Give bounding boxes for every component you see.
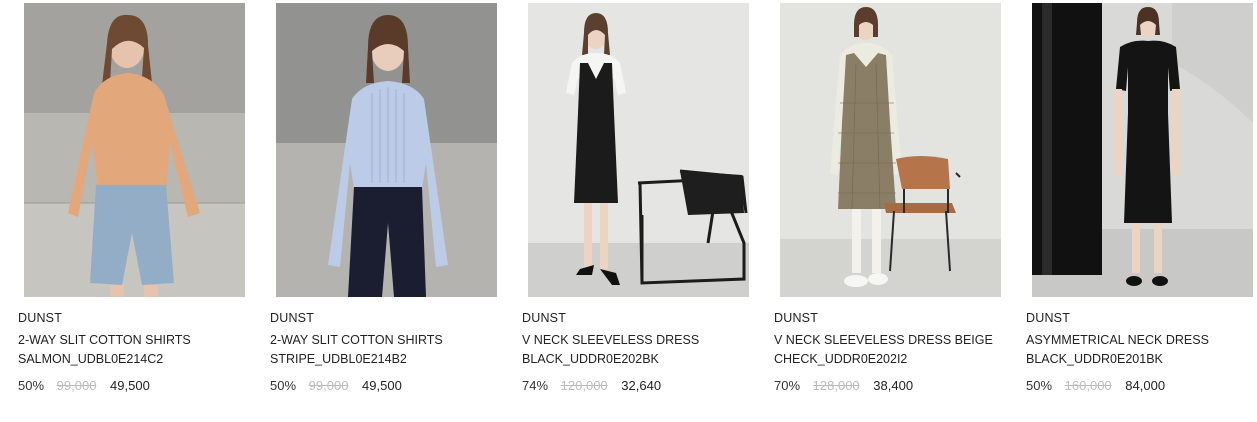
product-name-line2: STRIPE_UDBL0E214B2 <box>270 352 407 366</box>
brand-name: DUNST <box>1026 311 1071 325</box>
product-name[interactable]: 2-WAY SLIT COTTON SHIRTS STRIPE_UDBL0E21… <box>270 331 502 369</box>
product-image[interactable] <box>528 3 749 297</box>
product-photo <box>24 3 245 297</box>
product-photo <box>1032 3 1253 297</box>
sale-price: 49,500 <box>362 378 402 393</box>
original-price: 160,000 <box>1064 378 1112 393</box>
discount-rate: 74% <box>522 378 549 393</box>
product-name[interactable]: V NECK SLEEVELESS DRESS BLACK_UDDR0E202B… <box>522 331 754 369</box>
product-image[interactable] <box>1032 3 1253 297</box>
product-name-line2: CHECK_UDDR0E202I2 <box>774 352 908 366</box>
product-name[interactable]: V NECK SLEEVELESS DRESS BEIGE CHECK_UDDR… <box>774 331 1006 369</box>
brand-name: DUNST <box>774 311 819 325</box>
product-name-line2: BLACK_UDDR0E201BK <box>1026 352 1163 366</box>
product-image[interactable] <box>24 3 245 297</box>
brand-name: DUNST <box>522 311 567 325</box>
product-photo <box>528 3 749 297</box>
original-price: 128,000 <box>812 378 860 393</box>
sale-price: 32,640 <box>621 378 662 393</box>
brand-name: DUNST <box>270 311 315 325</box>
price-row: 50% 99,000 49,500 <box>18 378 150 393</box>
product-grid: DUNST 2-WAY SLIT COTTON SHIRTS SALMON_UD… <box>0 0 1257 422</box>
product-name-line1: 2-WAY SLIT COTTON SHIRTS <box>270 333 443 347</box>
product-name[interactable]: 2-WAY SLIT COTTON SHIRTS SALMON_UDBL0E21… <box>18 331 250 369</box>
sale-price: 84,000 <box>1125 378 1166 393</box>
price-row: 70% 128,000 38,400 <box>774 378 913 393</box>
price-row: 74% 120,000 32,640 <box>522 378 661 393</box>
price-row: 50% 99,000 49,500 <box>270 378 402 393</box>
product-photo <box>780 3 1001 297</box>
discount-rate: 50% <box>1026 378 1053 393</box>
discount-rate: 50% <box>18 378 45 393</box>
product-name-line2: BLACK_UDDR0E202BK <box>522 352 659 366</box>
original-price: 99,000 <box>308 378 349 393</box>
product-photo <box>276 3 497 297</box>
product-name-line2: SALMON_UDBL0E214C2 <box>18 352 164 366</box>
product-name-line1: V NECK SLEEVELESS DRESS BEIGE <box>774 333 993 347</box>
brand-name: DUNST <box>18 311 63 325</box>
product-name[interactable]: ASYMMETRICAL NECK DRESS BLACK_UDDR0E201B… <box>1026 331 1257 369</box>
price-row: 50% 160,000 84,000 <box>1026 378 1165 393</box>
discount-rate: 70% <box>774 378 801 393</box>
product-name-line1: V NECK SLEEVELESS DRESS <box>522 333 700 347</box>
sale-price: 38,400 <box>873 378 914 393</box>
discount-rate: 50% <box>270 378 297 393</box>
product-image[interactable] <box>780 3 1001 297</box>
sale-price: 49,500 <box>110 378 150 393</box>
original-price: 99,000 <box>56 378 97 393</box>
original-price: 120,000 <box>560 378 608 393</box>
product-name-line1: ASYMMETRICAL NECK DRESS <box>1026 333 1209 347</box>
product-name-line1: 2-WAY SLIT COTTON SHIRTS <box>18 333 191 347</box>
product-image[interactable] <box>276 3 497 297</box>
